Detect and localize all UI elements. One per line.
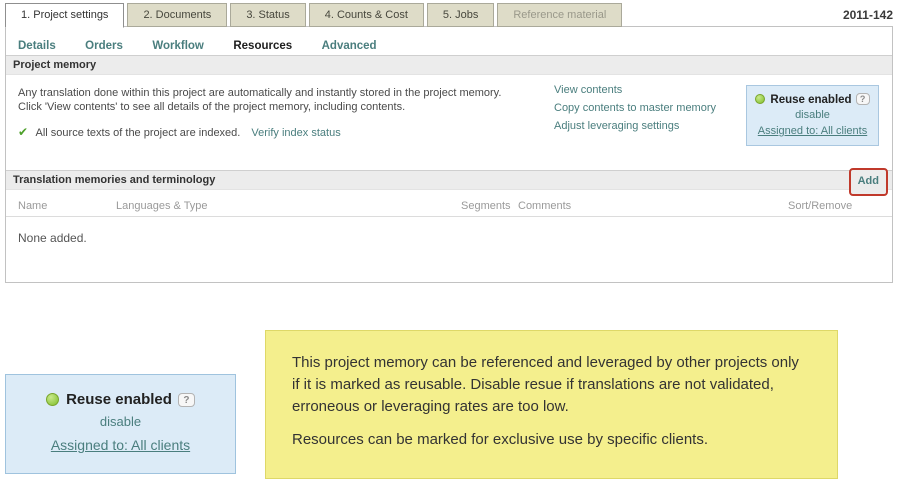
reuse-status-line: Reuse enabled? [750,93,875,106]
column-sort-remove: Sort/Remove [788,200,852,212]
main-panel: Details Orders Workflow Resources Advanc… [5,26,893,283]
tab-jobs[interactable]: 5. Jobs [427,3,494,27]
note-paragraph-2: Resources can be marked for exclusive us… [292,429,809,451]
column-languages-type: Languages & Type [116,200,208,212]
translation-memories-title: Translation memories and terminology [13,174,215,186]
tab-project-settings[interactable]: 1. Project settings [5,3,124,28]
subnav-item-workflow[interactable]: Workflow [152,40,204,52]
description-line-1: Any translation done within this project… [18,86,546,100]
resources-table-header: Name Languages & Type Segments Comments … [6,190,892,217]
verify-index-status-link[interactable]: Verify index status [251,127,340,139]
reuse-status-text: Reuse enabled [66,391,172,408]
subnav-item-details[interactable]: Details [18,40,56,52]
view-contents-link[interactable]: View contents [554,81,716,99]
disable-reuse-link[interactable]: disable [6,414,235,429]
project-memory-section: Any translation done within this project… [6,75,892,170]
description-line-2: Click 'View contents' to see all details… [18,100,546,114]
copy-contents-link[interactable]: Copy contents to master memory [554,99,716,117]
subnav-item-resources[interactable]: Resources [233,40,292,52]
explanation-note: This project memory can be referenced an… [265,330,838,479]
add-button[interactable]: Add [858,175,879,187]
translation-memories-section-header: Translation memories and terminology Add [6,170,892,190]
column-comments: Comments [518,200,571,212]
note-paragraph-1: This project memory can be referenced an… [292,352,809,418]
assigned-to-link[interactable]: Assigned to: All clients [6,437,235,453]
adjust-leveraging-link[interactable]: Adjust leveraging settings [554,117,716,135]
reuse-status-callout: Reuse enabled? disable Assigned to: All … [5,374,236,474]
index-status-text: All source texts of the project are inde… [36,127,241,139]
column-name: Name [18,200,47,212]
tab-status[interactable]: 3. Status [230,3,305,27]
tab-counts-cost[interactable]: 4. Counts & Cost [309,3,424,27]
memory-action-links: View contents Copy contents to master me… [554,81,716,135]
project-id: 2011-142 [843,8,893,22]
reuse-status-icon [755,94,765,104]
help-icon[interactable]: ? [856,93,870,105]
disable-reuse-link[interactable]: disable [750,109,875,121]
project-memory-title: Project memory [13,59,96,71]
tab-reference-material[interactable]: Reference material [497,3,622,27]
subnav-item-advanced[interactable]: Advanced [322,40,377,52]
empty-table-message: None added. [6,217,892,245]
tab-bar: 1. Project settings 2. Documents 3. Stat… [5,3,622,28]
project-memory-section-header: Project memory [6,55,892,75]
tab-documents[interactable]: 2. Documents [127,3,227,27]
subnav: Details Orders Workflow Resources Advanc… [6,27,892,55]
project-memory-description: Any translation done within this project… [6,75,546,114]
check-icon: ✔ [18,125,28,139]
assigned-to-link[interactable]: Assigned to: All clients [750,125,875,137]
reuse-status-icon [46,393,59,406]
reuse-status-text: Reuse enabled [770,94,851,106]
reuse-status-line: Reuse enabled? [6,391,235,408]
reuse-status-box: Reuse enabled? disable Assigned to: All … [746,85,879,146]
help-icon[interactable]: ? [178,393,195,407]
column-segments: Segments [461,200,511,212]
subnav-item-orders[interactable]: Orders [85,40,123,52]
